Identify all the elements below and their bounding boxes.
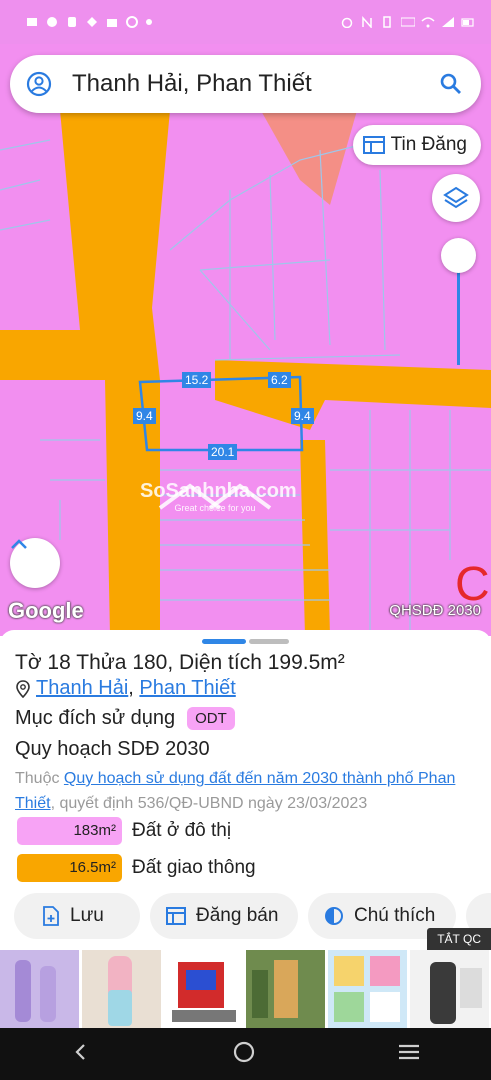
account-icon[interactable] — [26, 71, 52, 97]
area-row-traffic: 16.5m² Đất giao thông — [17, 854, 256, 882]
watermark-houses-icon — [158, 483, 272, 510]
vibrate-icon — [381, 16, 393, 28]
area-label-residential: Đất ở đô thị — [132, 820, 232, 841]
dimension-top-left: 15.2 — [182, 372, 212, 388]
dimension-bottom: 20.1 — [208, 444, 238, 460]
listing-icon — [166, 907, 186, 925]
dimension-top-right: 6.2 — [268, 372, 291, 388]
status-left-icons — [26, 16, 152, 28]
notification-icon — [86, 16, 98, 28]
layers-button[interactable] — [432, 174, 480, 222]
ad-product-robot-toy[interactable] — [164, 950, 243, 1028]
system-nav-bar — [0, 1028, 491, 1080]
layers-icon — [443, 186, 469, 209]
listings-icon — [362, 136, 385, 154]
plan-title: Quy hoạch SDĐ 2030 — [15, 738, 210, 760]
parcel-location: Thanh Hải, Phan Thiết — [16, 677, 236, 700]
listings-label: Tin Đăng — [390, 134, 467, 155]
notification-icon — [126, 16, 138, 28]
ad-product-garden-art[interactable] — [246, 950, 325, 1028]
chevron-up-icon — [11, 539, 27, 549]
location-separator: , — [128, 677, 140, 699]
home-icon[interactable] — [232, 1040, 256, 1069]
ad-product-flashcards[interactable] — [328, 950, 407, 1028]
save-button[interactable]: Lưu — [14, 893, 140, 939]
area-value-residential: 183m² — [17, 817, 122, 845]
listings-button[interactable]: Tin Đăng — [352, 125, 481, 165]
parcel-info-sheet: Tờ 18 Thửa 180, Diện tích 199.5m² Thanh … — [0, 630, 491, 950]
watermark: SoSanhnha.com Great choice for you — [140, 480, 297, 550]
notification-icon — [46, 16, 58, 28]
post-sale-label: Đăng bán — [196, 905, 279, 926]
status-right-icons — [341, 16, 474, 29]
ad-product-tumbler[interactable] — [82, 950, 161, 1028]
plan-note: Thuộc Quy hoạch sử dụng đất đến năm 2030… — [15, 766, 475, 816]
dimension-left: 9.4 — [133, 408, 156, 424]
ad-product-bottles[interactable] — [0, 950, 79, 1028]
notification-icon — [66, 16, 78, 28]
search-bar[interactable]: Thanh Hải, Phan Thiết — [10, 55, 481, 113]
ad-strip[interactable] — [0, 950, 491, 1028]
battery-icon — [461, 16, 474, 28]
alarm-icon — [341, 16, 353, 29]
layer-label: QHSDĐ 2030 — [389, 602, 481, 619]
volte-icon — [400, 16, 416, 28]
parcel-title: Tờ 18 Thửa 180, Diện tích 199.5m² — [15, 651, 345, 674]
add-file-icon — [43, 906, 59, 926]
nfc-icon — [361, 16, 373, 29]
search-icon[interactable] — [439, 72, 463, 96]
more-notifications-dot — [146, 19, 152, 25]
signal-icon — [441, 16, 454, 28]
area-value-traffic: 16.5m² — [17, 854, 122, 882]
dimension-right: 9.4 — [291, 408, 314, 424]
ward-link[interactable]: Thanh Hải — [36, 677, 128, 699]
recent-apps-icon[interactable] — [397, 1042, 421, 1067]
contrast-icon — [325, 907, 343, 925]
plan-note-suffix: , quyết định 536/QĐ-UBND ngày 23/03/2023 — [50, 795, 368, 812]
google-logo: Google — [8, 598, 84, 623]
plan-note-prefix: Thuộc — [15, 770, 64, 787]
legend-label: Chú thích — [354, 905, 436, 926]
back-icon[interactable] — [71, 1042, 91, 1067]
close-ad-button[interactable]: TẮT QC — [427, 928, 491, 950]
action-bar: Lưu Đăng bán Chú thích — [14, 893, 491, 939]
location-pin-icon — [16, 679, 30, 698]
notification-icon — [26, 16, 38, 28]
ad-product-water-bottle[interactable] — [410, 950, 489, 1028]
search-input[interactable]: Thanh Hải, Phan Thiết — [72, 70, 439, 98]
opacity-slider-thumb[interactable] — [441, 238, 476, 273]
area-label-traffic: Đất giao thông — [132, 857, 256, 878]
save-label: Lưu — [70, 905, 104, 926]
city-link[interactable]: Phan Thiết — [139, 677, 235, 699]
sheet-handle-secondary[interactable] — [249, 639, 289, 644]
status-bar — [0, 0, 491, 44]
notification-icon — [106, 16, 118, 28]
sheet-handle[interactable] — [202, 639, 246, 644]
expand-up-button[interactable] — [10, 538, 60, 588]
purpose-badge: ODT — [187, 707, 235, 730]
purpose-label: Mục đích sử dụng — [15, 707, 176, 729]
post-sale-button[interactable]: Đăng bán — [150, 893, 298, 939]
wifi-icon — [421, 16, 435, 28]
purpose-row: Mục đích sử dụng ODT — [15, 707, 235, 730]
area-row-residential: 183m² Đất ở đô thị — [17, 817, 231, 845]
